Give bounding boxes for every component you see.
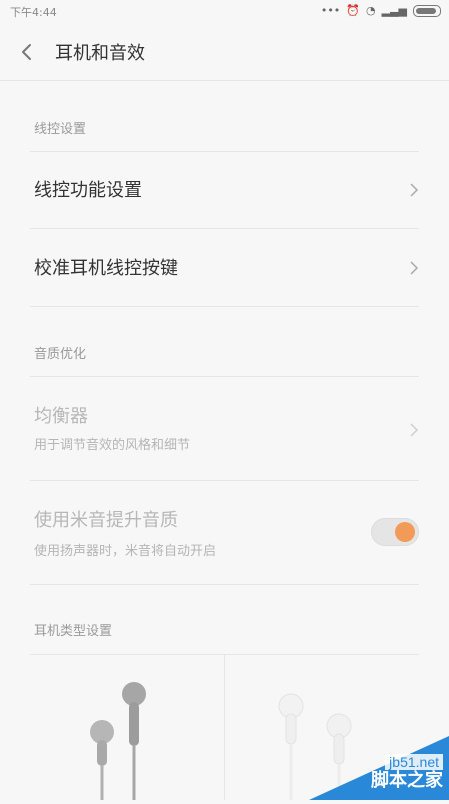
signal-dots-icon: ••• — [321, 4, 340, 17]
divider — [30, 376, 419, 377]
mi-sound-toggle[interactable] — [371, 518, 419, 546]
header: 耳机和音效 — [0, 26, 449, 81]
chevron-right-icon — [409, 260, 419, 276]
watermark: jb51.net 脚本之家 — [309, 736, 449, 800]
mi-sound-title: 使用米音提升音质 — [34, 506, 178, 532]
headphone-option-earbud[interactable] — [30, 654, 225, 800]
wifi-icon: ◔ — [366, 4, 376, 17]
equalizer-subtitle: 用于调节音效的风格和细节 — [34, 434, 190, 453]
toggle-knob — [395, 522, 415, 542]
back-button[interactable] — [14, 39, 40, 65]
earbud-earphone-icon — [30, 654, 224, 800]
page-title: 耳机和音效 — [55, 39, 145, 65]
section-label-headphone-type: 耳机类型设置 — [34, 620, 112, 639]
list-item-title: 线控功能设置 — [34, 176, 142, 202]
watermark-name: 脚本之家 — [371, 766, 443, 792]
back-icon — [20, 43, 34, 61]
mi-sound-subtitle: 使用扬声器时，米音将自动开启 — [34, 540, 216, 559]
battery-icon — [413, 5, 441, 17]
list-item-title: 校准耳机线控按键 — [34, 254, 178, 280]
divider — [30, 480, 419, 481]
divider — [30, 228, 419, 229]
section-label-wire-control: 线控设置 — [34, 118, 86, 137]
chevron-right-icon — [409, 422, 419, 438]
divider — [30, 151, 419, 152]
cell-signal-icon: ▂▃▅ — [382, 4, 407, 17]
alarm-icon: ⏰ — [346, 4, 360, 17]
chevron-right-icon — [409, 182, 419, 198]
divider — [30, 306, 419, 307]
status-bar: 下午4:44 ••• ⏰ ◔ ▂▃▅ — [0, 0, 449, 26]
equalizer-title: 均衡器 — [34, 402, 88, 428]
status-time: 下午4:44 — [10, 4, 57, 20]
section-label-sound-quality: 音质优化 — [34, 343, 86, 362]
status-icons: ••• ⏰ ◔ ▂▃▅ — [321, 4, 441, 17]
divider — [30, 584, 419, 585]
